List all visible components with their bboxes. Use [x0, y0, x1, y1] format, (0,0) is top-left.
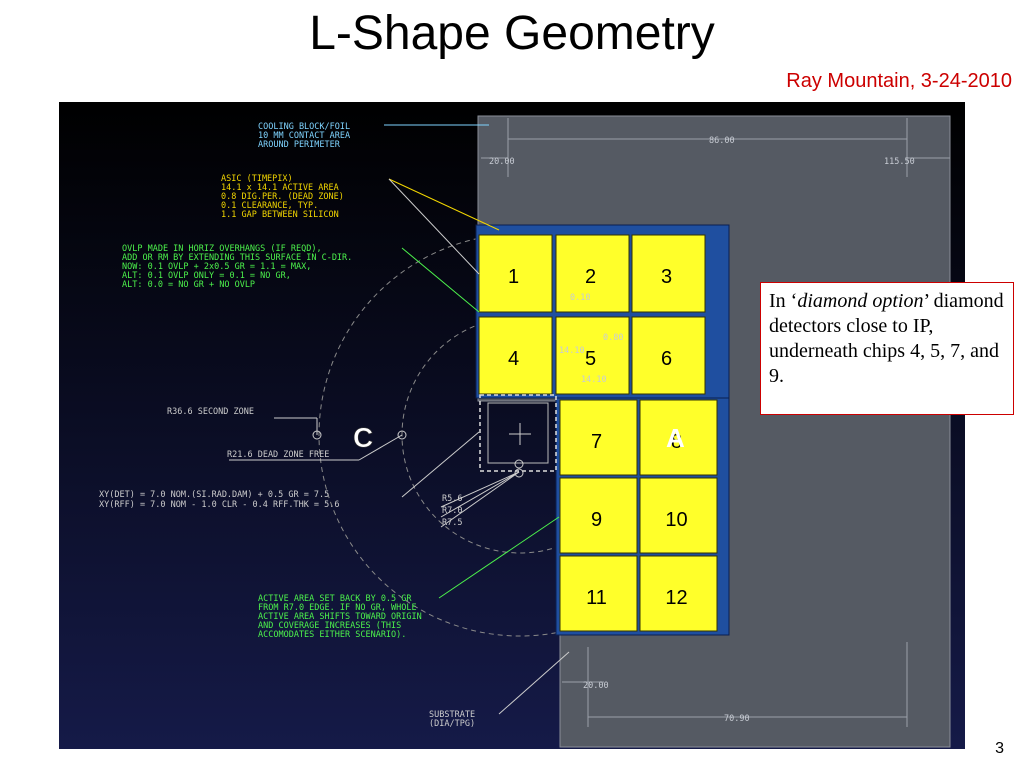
chip-label-5: 5 [585, 348, 596, 370]
dead-zone-label: R21.6 DEAD ZONE FREE [227, 450, 329, 460]
dim-20-top: 20.00 [489, 157, 515, 167]
chip-label-10: 10 [665, 509, 687, 531]
chip-label-1: 1 [508, 266, 519, 288]
dim-1410-v: 14.10 [559, 346, 585, 356]
dim-86: 86.00 [709, 136, 735, 146]
chip-label-9: 9 [591, 509, 602, 531]
chip-label-6: 6 [661, 348, 672, 370]
chip-label-12: 12 [665, 587, 687, 609]
xy-note-1: XY(DET) = 7.0 NOM.(SI.RAD.DAM) + 0.5 GR … [99, 490, 329, 500]
chip-label-7: 7 [591, 431, 602, 453]
radius-label-3: R7.5 [442, 518, 462, 528]
dim-115: 115.50 [884, 157, 915, 167]
chip-label-3: 3 [661, 266, 672, 288]
chip-label-4: 4 [508, 348, 519, 370]
dim-7090: 70.90 [724, 714, 750, 724]
cooling-note-3: AROUND PERIMETER [258, 140, 341, 150]
second-zone-label: R36.6 SECOND ZONE [167, 407, 254, 417]
xy-note-2: XY(RFF) = 7.0 NOM - 1.0 CLR - 0.4 RFF.TH… [99, 500, 340, 510]
dim-1410-h: 14.10 [581, 375, 607, 385]
c-label: C [353, 422, 373, 453]
a-label: A [666, 423, 685, 453]
ovlp-note-5: ALT: 0.0 = NO GR + NO OVLP [122, 280, 255, 290]
callout-emphasis: diamond option [797, 290, 924, 312]
slide-title: L-Shape Geometry [309, 7, 715, 60]
callout-prefix: In ‘ [769, 290, 798, 312]
radius-label-1: R5.6 [442, 494, 462, 504]
radius-label-2: R7.0 [442, 506, 462, 516]
chip-label-11: 11 [586, 587, 607, 609]
dim-010: 0.10 [570, 293, 590, 303]
substrate-note-2: (DIA/TPG) [429, 719, 475, 729]
asic-note-5: 1.1 GAP BETWEEN SILICON [221, 210, 339, 220]
slide-subtitle: Ray Mountain, 3-24-2010 [786, 70, 1012, 92]
cad-drawing: 1 2 34 5 67 89 1011 12 COOLING BLOCK/FOI… [59, 102, 965, 749]
dim-080: 0.80 [603, 333, 623, 343]
active-note-5: ACCOMODATES EITHER SCENARIO). [258, 630, 406, 640]
chip-label-2: 2 [585, 266, 596, 288]
diamond-option-callout: In ‘diamond option’ diamond detectors cl… [760, 282, 1014, 415]
page-number: 3 [995, 740, 1004, 757]
dim-20-bottom: 20.00 [583, 681, 609, 691]
